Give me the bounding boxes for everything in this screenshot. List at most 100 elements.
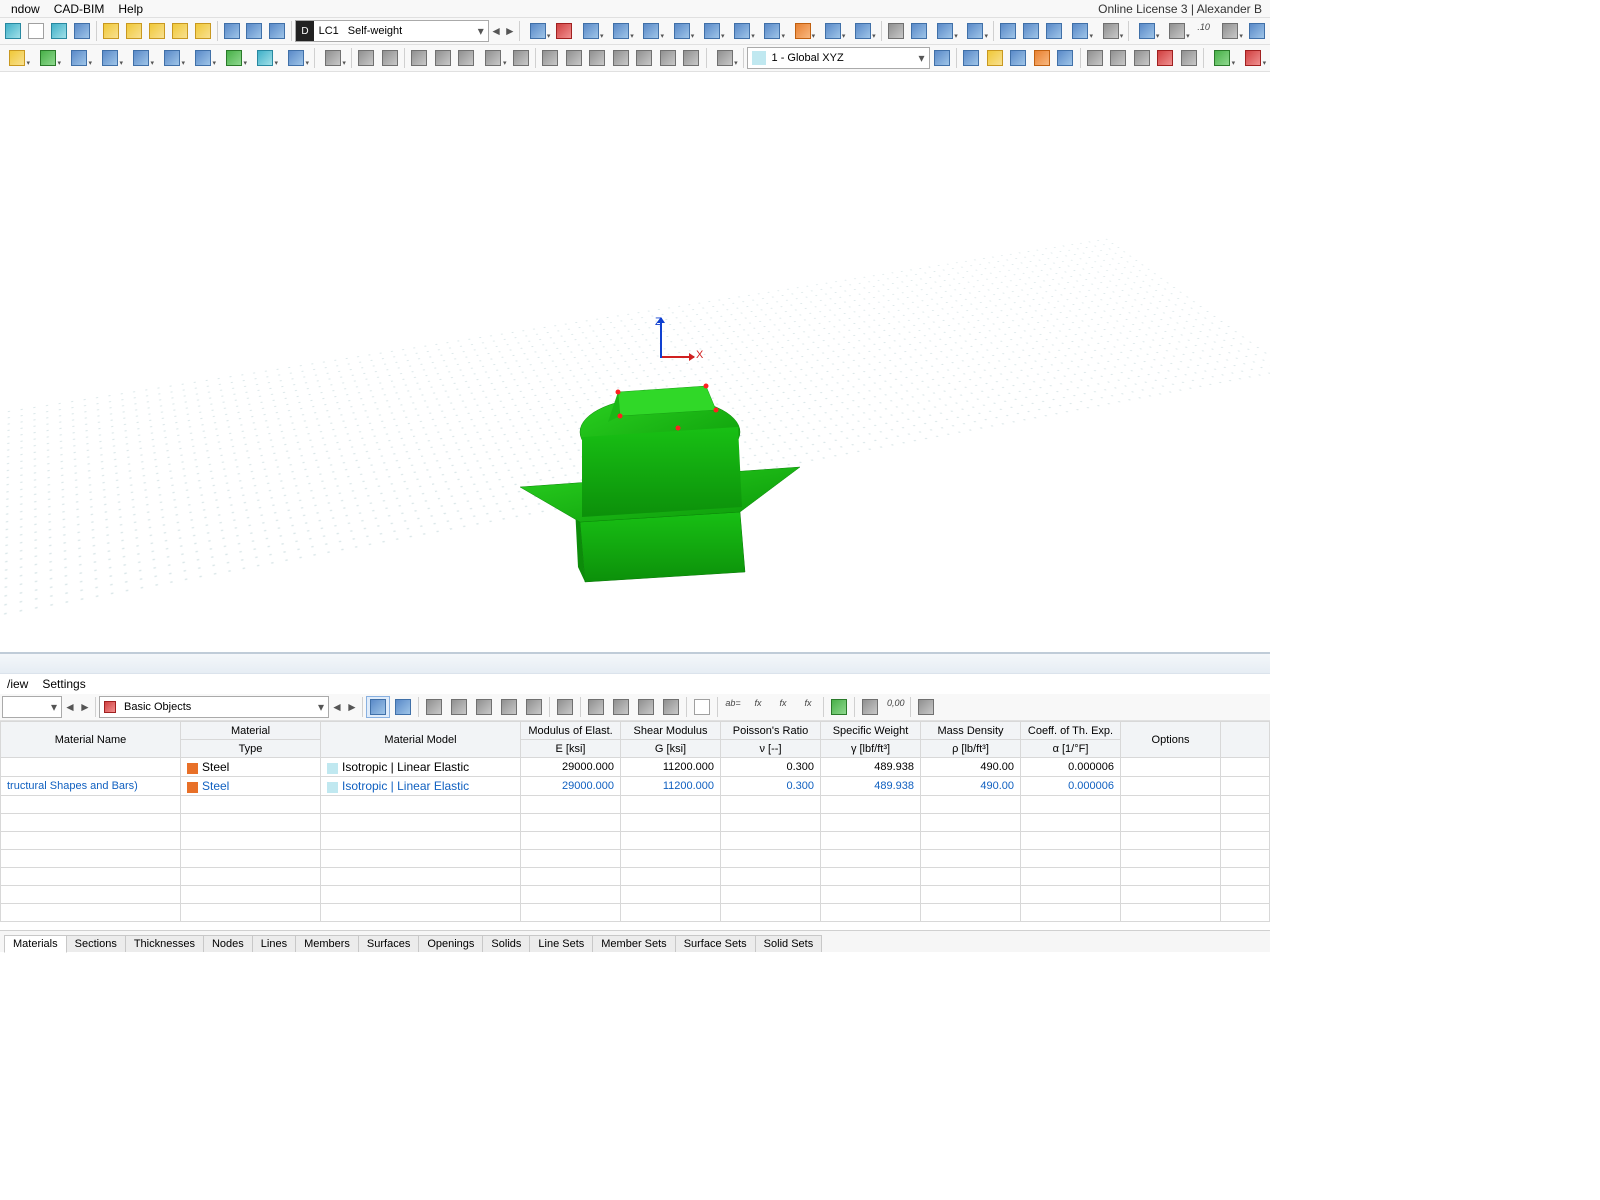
render-mode-icon[interactable] (1207, 47, 1237, 69)
curve-1-icon[interactable] (408, 47, 431, 69)
tab-surfaces[interactable]: Surfaces (358, 935, 419, 952)
tool-dim-xxx-1-icon[interactable] (576, 20, 605, 42)
tool-bar1-icon[interactable] (221, 20, 243, 42)
tool-layer-icon[interactable] (788, 20, 817, 42)
tool-display-2-icon[interactable] (697, 20, 726, 42)
th-g-2[interactable]: G [ksi] (621, 740, 721, 758)
table-row[interactable] (1, 886, 1270, 904)
grid-5-icon[interactable] (1054, 47, 1077, 69)
menu-window[interactable]: ndow (4, 1, 47, 17)
panel-b2-icon[interactable] (447, 696, 471, 718)
tool-display-1-icon[interactable] (667, 20, 696, 42)
tool-grid-icon[interactable] (931, 20, 960, 42)
edit-2-icon[interactable] (1107, 47, 1130, 69)
solid-model[interactable] (520, 372, 800, 592)
tool-section-icon[interactable] (848, 20, 877, 42)
tool-clip-icon[interactable] (818, 20, 847, 42)
tool-sc-icon[interactable] (2, 20, 24, 42)
th-blank[interactable] (1221, 722, 1270, 758)
tool-fem-icon[interactable] (71, 20, 93, 42)
th-type-2[interactable]: Type (181, 740, 321, 758)
tool-undo-icon[interactable] (123, 20, 145, 42)
loadcase-selector[interactable]: D LC1 Self-weight ▾ (295, 20, 488, 42)
tool-settings-icon[interactable] (48, 20, 70, 42)
coordsys-new-icon[interactable] (931, 47, 954, 69)
curve-2-icon[interactable] (431, 47, 454, 69)
panel-decimal-icon[interactable]: 0,00 (883, 696, 907, 718)
tool-delete-style-icon[interactable] (553, 20, 575, 42)
tool-reset-icon[interactable] (1246, 20, 1268, 42)
panel-combo-1[interactable]: ▾ (2, 696, 62, 718)
tab-thicknesses[interactable]: Thicknesses (125, 935, 204, 952)
edit-delete-icon[interactable] (1154, 47, 1177, 69)
tool-precision-dd-icon[interactable] (1216, 20, 1245, 42)
tool-dim-xxx-3-icon[interactable] (637, 20, 666, 42)
panel-head[interactable] (0, 654, 1270, 674)
tab-nodes[interactable]: Nodes (203, 935, 253, 952)
panel-prev-1-icon[interactable]: ◄ (63, 696, 77, 718)
tool-plus-z-icon[interactable] (1043, 20, 1065, 42)
tool-zoom-icon[interactable] (169, 20, 191, 42)
panel-combo-basicobj[interactable]: Basic Objects ▾ (99, 696, 329, 718)
panel-sel-row-icon[interactable] (366, 696, 390, 718)
panel-next-2-icon[interactable]: ► (345, 696, 359, 718)
tool-plus-x-icon[interactable] (997, 20, 1019, 42)
coordsys-selector[interactable]: 1 - Global XYZ ▾ (747, 47, 930, 69)
panel-sel-col-icon[interactable] (391, 696, 415, 718)
materials-table-wrap[interactable]: Material Name Material Material Model Mo… (0, 721, 1270, 930)
sel-mode-icon[interactable] (710, 47, 740, 69)
snap-4-icon[interactable] (610, 47, 633, 69)
panel-menu-settings[interactable]: Settings (35, 676, 92, 692)
panel-fx2-icon[interactable]: fx (771, 696, 795, 718)
coordsys-dropdown-icon[interactable]: ▾ (915, 51, 929, 65)
table-row[interactable] (1, 832, 1270, 850)
th-nu-1[interactable]: Poisson's Ratio (721, 722, 821, 740)
tool-precision-icon[interactable]: .10 (1193, 20, 1215, 42)
mod-extrude-icon[interactable] (355, 47, 378, 69)
panel-ab-icon[interactable]: ab= (721, 696, 745, 718)
table-row[interactable]: Steel Isotropic | Linear Elastic 29000.0… (1, 758, 1270, 777)
th-alpha-2[interactable]: α [1/°F] (1021, 740, 1121, 758)
curve-4-icon[interactable] (478, 47, 508, 69)
th-opt[interactable]: Options (1121, 722, 1221, 758)
tool-refresh-icon[interactable] (192, 20, 214, 42)
tool-cube-icon[interactable] (1132, 20, 1161, 42)
draw-solid-icon[interactable] (157, 47, 187, 69)
tab-membersets[interactable]: Member Sets (592, 935, 675, 952)
tool-bar2-icon[interactable] (244, 20, 266, 42)
panel-goto1-icon[interactable] (584, 696, 608, 718)
th-rho-2[interactable]: ρ [lb/ft³] (921, 740, 1021, 758)
tab-sections[interactable]: Sections (66, 935, 126, 952)
tool-minus-x-icon[interactable] (1066, 20, 1095, 42)
panel-help-icon[interactable] (914, 696, 938, 718)
draw-surface-icon[interactable] (95, 47, 125, 69)
th-gamma-2[interactable]: γ [lbf/ft³] (821, 740, 921, 758)
panel-win-icon[interactable] (690, 696, 714, 718)
grid-2-icon[interactable] (984, 47, 1007, 69)
draw-line-icon[interactable] (33, 47, 63, 69)
tab-solids[interactable]: Solids (482, 935, 530, 952)
th-g-1[interactable]: Shear Modulus (621, 722, 721, 740)
tab-members[interactable]: Members (295, 935, 359, 952)
th-nu-2[interactable]: ν [--] (721, 740, 821, 758)
snap-6-icon[interactable] (657, 47, 680, 69)
draw-release-icon[interactable] (281, 47, 311, 69)
tool-display-4-icon[interactable] (758, 20, 787, 42)
panel-units-icon[interactable] (858, 696, 882, 718)
table-row[interactable]: tructural Shapes and Bars) Steel Isotrop… (1, 777, 1270, 796)
draw-lineset-icon[interactable] (188, 47, 218, 69)
tool-dim-xxx-2-icon[interactable] (607, 20, 636, 42)
tool-axes-icon[interactable] (961, 20, 990, 42)
panel-b5-icon[interactable] (522, 696, 546, 718)
mirror-icon[interactable] (1131, 47, 1154, 69)
draw-opening-icon[interactable] (126, 47, 156, 69)
panel-goto4-icon[interactable] (659, 696, 683, 718)
tool-line-icon[interactable] (1162, 20, 1191, 42)
th-e-2[interactable]: E [ksi] (521, 740, 621, 758)
grid-3-icon[interactable] (1007, 47, 1030, 69)
table-row[interactable] (1, 814, 1270, 832)
camera-icon[interactable] (1178, 47, 1201, 69)
draw-pen-icon[interactable] (1238, 47, 1268, 69)
menu-cad-bim[interactable]: CAD-BIM (47, 1, 112, 17)
snap-2-icon[interactable] (562, 47, 585, 69)
